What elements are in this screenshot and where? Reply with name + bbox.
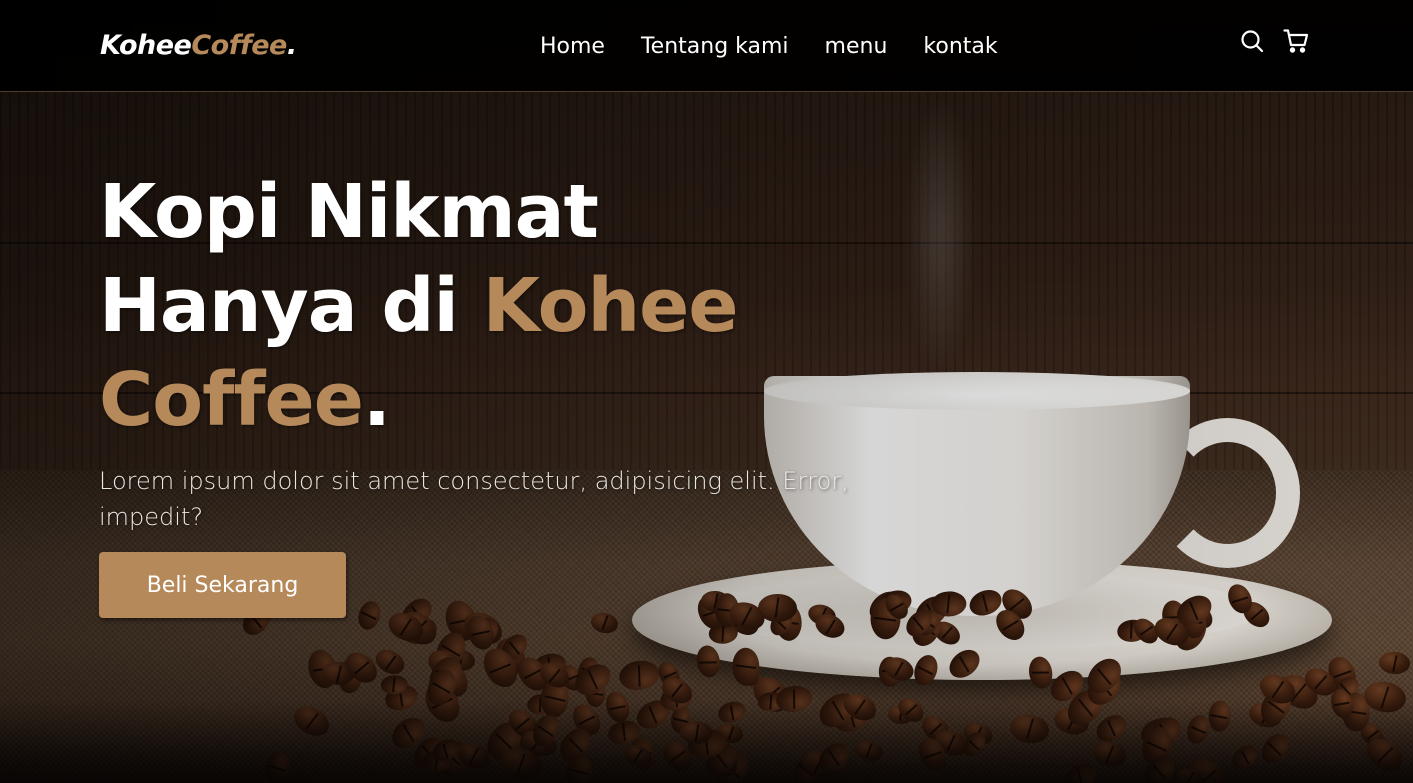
brand-dot: . <box>286 30 297 61</box>
nav-icons <box>1239 28 1309 54</box>
brand-name-part1: Kohee <box>100 30 192 61</box>
hero-section: Kopi Nikmat Hanya di Kohee Coffee. Lorem… <box>0 0 1413 783</box>
nav-link-menu[interactable]: menu <box>825 34 888 59</box>
hero-title-accent-coffee: Coffee <box>99 357 364 443</box>
hero-description: Lorem ipsum dolor sit amet consectetur, … <box>99 467 849 531</box>
nav-link-about[interactable]: Tentang kami <box>641 34 789 59</box>
search-icon[interactable] <box>1239 28 1265 54</box>
buy-now-button[interactable]: Beli Sekarang <box>99 552 346 618</box>
brand-name-part2: Coffee <box>191 30 287 61</box>
shopping-cart-icon[interactable] <box>1283 28 1309 54</box>
navbar: KoheeCoffee. Home Tentang kami menu kont… <box>0 0 1413 92</box>
hero-title-line2: Hanya di <box>99 263 483 349</box>
hero-title-accent-kohee: Kohee <box>482 263 739 349</box>
nav-link-home[interactable]: Home <box>540 34 605 59</box>
nav-link-contact[interactable]: kontak <box>923 34 997 59</box>
hero-title-line1: Kopi Nikmat <box>99 169 599 255</box>
hero-title-dot: . <box>362 357 391 443</box>
hero-content: Kopi Nikmat Hanya di Kohee Coffee. Lorem… <box>99 165 899 618</box>
brand-logo[interactable]: KoheeCoffee. <box>100 30 297 61</box>
hero-title: Kopi Nikmat Hanya di Kohee Coffee. <box>99 165 899 447</box>
hero-bottom-fade <box>0 700 1413 783</box>
nav-links: Home Tentang kami menu kontak <box>540 0 998 92</box>
